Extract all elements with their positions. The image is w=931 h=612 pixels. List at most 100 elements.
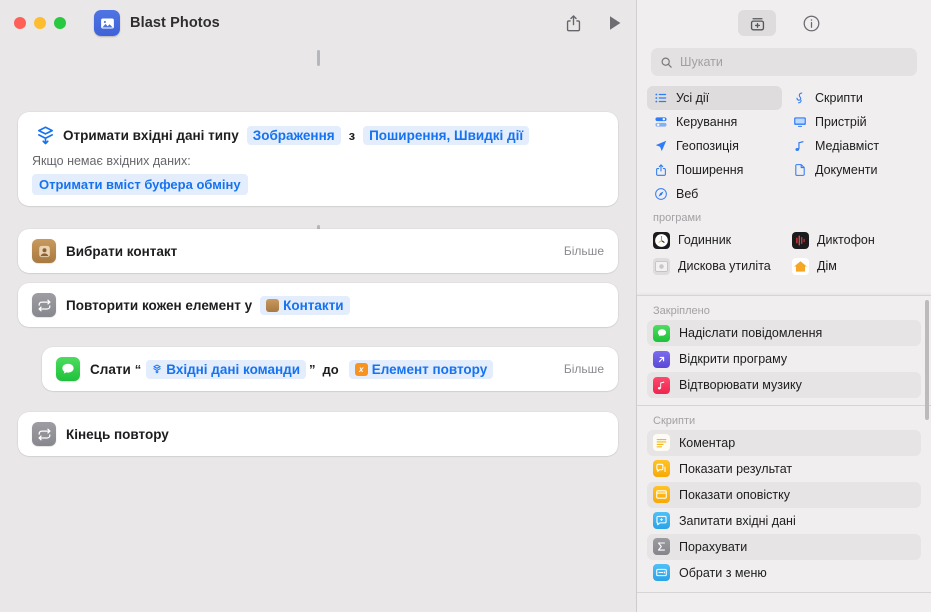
apps-section-header: програми (653, 212, 702, 224)
repeat-icon (32, 422, 56, 446)
action-library-icon[interactable] (738, 10, 776, 36)
app-item-home[interactable]: Дім (786, 253, 921, 279)
clock-app-icon (653, 231, 670, 249)
action-card-receive-input[interactable]: Отримати вхідні дані типу Зображення з П… (18, 112, 618, 206)
messages-icon (653, 324, 670, 342)
sidebar-item-media[interactable]: Медіавміст (786, 134, 921, 158)
panel-divider-bottom (637, 591, 931, 592)
action-card-send-message[interactable]: Слати “ Вхідні дані команди ” до x Елеме… (42, 347, 618, 391)
home-app-icon (792, 257, 809, 275)
location-icon (653, 139, 668, 153)
voicememos-app-icon (792, 231, 809, 249)
sidebar-item-label: Документи (815, 163, 878, 177)
search-icon (660, 56, 673, 69)
ask-input-icon (653, 512, 670, 529)
contacts-icon (32, 239, 56, 263)
list-item-label: Запитати вхідні дані (679, 513, 796, 528)
pinned-section-header: Закріплено (653, 305, 710, 317)
token-repeat-item[interactable]: x Елемент повтору (348, 359, 494, 379)
sidebar-item-web[interactable]: Веб (647, 182, 782, 206)
music-icon (653, 376, 670, 394)
token-repeat-source[interactable]: Контакти (260, 295, 350, 315)
sidebar-item-sharing[interactable]: Поширення (647, 158, 782, 182)
action-card-end-repeat[interactable]: Кінець повтору (18, 412, 618, 456)
minimize-button[interactable] (34, 17, 46, 29)
variable-icon: x (354, 362, 368, 376)
list-item-label: Відкрити програму (679, 352, 788, 366)
sidebar-item-label: Керування (676, 115, 738, 129)
list-item-show-result[interactable]: Показати результат (647, 456, 921, 482)
app-item-voice-memos[interactable]: Диктофон (786, 227, 921, 253)
sidebar-item-location[interactable]: Геопозиція (647, 134, 782, 158)
sidebar-item-label: Геопозиція (676, 139, 739, 153)
action-card-repeat-each[interactable]: Повторити кожен елемент у Контакти (18, 283, 618, 327)
action-card-select-contact[interactable]: Вибрати контакт Більше (18, 229, 618, 273)
sidebar-item-label: Поширення (676, 163, 744, 177)
pinned-and-scripts-panel: Закріплено Надіслати повідомлення Відкри… (637, 295, 931, 612)
token-input-type[interactable]: Зображення (246, 125, 341, 145)
list-item-choose-menu[interactable]: Обрати з меню (647, 560, 921, 586)
media-icon (792, 139, 807, 153)
close-button[interactable] (14, 17, 26, 29)
list-item-label: Надіслати повідомлення (679, 326, 823, 340)
app-item-label: Дім (817, 259, 837, 273)
sidebar-scrollbar[interactable] (925, 300, 929, 420)
app-item-disk-utility[interactable]: Дискова утиліта (647, 253, 782, 279)
more-button[interactable]: Більше (564, 244, 604, 258)
action-label: Кінець повтору (66, 426, 169, 442)
list-item-calculate[interactable]: Порахувати (647, 533, 921, 560)
app-item-label: Годинник (678, 233, 732, 247)
controls-icon (653, 115, 668, 129)
app-item-clock[interactable]: Годинник (647, 227, 782, 253)
shortcut-input-icon (32, 125, 58, 146)
shortcut-input-token-icon (152, 364, 162, 374)
list-item-label: Показати результат (679, 461, 793, 476)
contacts-token-icon (266, 298, 280, 312)
no-input-label: Якщо немає вхідних даних: (32, 154, 191, 168)
repeat-icon (32, 293, 56, 317)
comment-icon (653, 434, 670, 451)
info-icon[interactable] (792, 10, 830, 36)
share-icon[interactable] (565, 14, 582, 33)
quote-close: ” (309, 361, 316, 377)
action-label: Слати (90, 361, 131, 377)
sidebar-item-documents[interactable]: Документи (786, 158, 921, 182)
sidebar-item-all-actions[interactable]: Усі дії (647, 86, 782, 110)
list-item-show-alert[interactable]: Показати оповістку (647, 481, 921, 508)
list-item-label: Показати оповістку (679, 487, 791, 502)
calculate-icon (653, 538, 670, 555)
action-label: Повторити кожен елемент у (66, 297, 253, 313)
connector-word: до (322, 361, 339, 377)
sidebar-item-device[interactable]: Пристрій (786, 110, 921, 134)
messages-icon (56, 357, 80, 381)
app-item-label: Диктофон (817, 233, 875, 247)
list-item-ask-input[interactable]: Запитати вхідні дані (647, 508, 921, 534)
scripts-section-header: Скрипти (653, 414, 696, 427)
document-icon (792, 163, 807, 177)
search-input[interactable] (680, 55, 908, 69)
window-controls[interactable] (14, 17, 66, 29)
shortcut-editor: Blast Photos Отримати вхідні дані типу З… (0, 0, 636, 612)
photos-icon (94, 10, 120, 36)
list-item-play-music[interactable]: Відтворювати музику (647, 372, 921, 398)
sidebar-toolbar (637, 0, 931, 46)
sidebar-item-scripting[interactable]: Скрипти (786, 86, 921, 110)
fallback-action-chip[interactable]: Отримати вміст буфера обміну (32, 174, 248, 195)
show-result-icon (653, 460, 670, 477)
sidebar-item-controls[interactable]: Керування (647, 110, 782, 134)
list-item-open-app[interactable]: Відкрити програму (647, 346, 921, 372)
more-button[interactable]: Більше (564, 362, 604, 376)
search-field[interactable] (651, 48, 917, 76)
list-item-label: Коментар (679, 435, 736, 450)
device-icon (792, 115, 807, 129)
token-input-source[interactable]: Поширення, Швидкі дії (363, 125, 530, 145)
action-label: Вибрати контакт (66, 243, 178, 259)
token-shortcut-input[interactable]: Вхідні дані команди (146, 359, 307, 379)
list-item-comment[interactable]: Коментар (647, 429, 921, 456)
diskutility-app-icon (653, 257, 670, 275)
run-icon[interactable] (608, 15, 622, 31)
zoom-button[interactable] (54, 17, 66, 29)
web-icon (653, 187, 668, 201)
list-item-send-message[interactable]: Надіслати повідомлення (647, 320, 921, 346)
share-icon (653, 163, 668, 177)
